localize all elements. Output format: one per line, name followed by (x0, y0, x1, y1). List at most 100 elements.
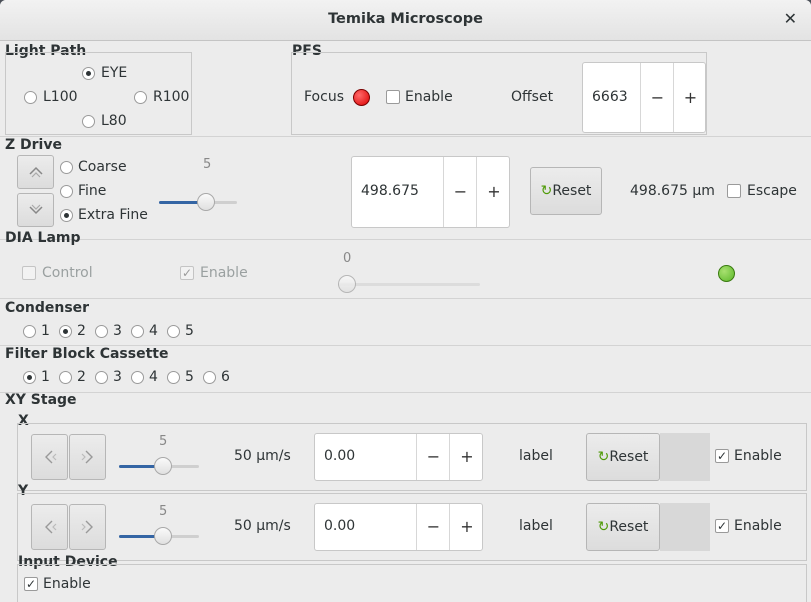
filter-radio-5[interactable] (167, 371, 180, 384)
y-enable-checkbox[interactable]: ✓ (715, 519, 729, 533)
close-icon[interactable]: ✕ (784, 9, 797, 28)
divider (0, 298, 811, 299)
condenser-label-4: 4 (149, 323, 158, 339)
radio-l100[interactable] (24, 91, 37, 104)
filter-radio-4[interactable] (131, 371, 144, 384)
filter-radio-3[interactable] (95, 371, 108, 384)
escape-checkbox[interactable] (727, 184, 741, 198)
chevron-left-icon (44, 520, 56, 534)
offset-value[interactable]: 6663 (592, 89, 628, 105)
dia-slider-track[interactable] (338, 283, 480, 286)
condenser-label-3: 3 (113, 323, 122, 339)
x-position-value[interactable]: 0.00 (324, 448, 355, 464)
y-decrement-button[interactable]: − (416, 504, 450, 550)
chevron-right-icon (81, 450, 93, 464)
reset-icon: ↻ (597, 519, 610, 535)
dia-slider-handle[interactable] (338, 275, 356, 293)
y-speed-label: 50 µm/s (234, 518, 291, 534)
offset-increment-button[interactable]: + (673, 63, 707, 132)
chevron-left-icon (44, 450, 56, 464)
z-reset-label: Reset (552, 183, 592, 199)
y-increment-button[interactable]: + (449, 504, 484, 550)
filter-label-4: 4 (149, 369, 158, 385)
escape-label: Escape (747, 183, 797, 199)
y-left-button[interactable] (31, 504, 68, 550)
y-indicator-block (660, 503, 710, 551)
filter-label-2: 2 (77, 369, 86, 385)
filter-label-1: 1 (41, 369, 50, 385)
offset-spinbox: 6663 − + (582, 62, 706, 133)
x-right-button[interactable] (69, 434, 106, 480)
radio-l100-label: L100 (43, 89, 78, 105)
y-slider-value: 5 (159, 504, 168, 519)
condenser-header: Condenser (5, 300, 90, 316)
filter-label-6: 6 (221, 369, 230, 385)
x-enable-checkbox[interactable]: ✓ (715, 449, 729, 463)
focus-led-icon (353, 89, 370, 106)
radio-fine-label: Fine (78, 183, 107, 199)
title-bar: Temika Microscope ✕ (0, 0, 811, 41)
x-speed-label: 50 µm/s (234, 448, 291, 464)
x-position-spinbox: 0.00 − + (314, 433, 483, 481)
z-reset-button[interactable]: ↻Reset (530, 167, 602, 215)
pfs-enable-label: Enable (405, 89, 453, 105)
divider (0, 136, 811, 137)
x-slider-handle[interactable] (154, 457, 172, 475)
condenser-label-1: 1 (41, 323, 50, 339)
x-reset-button[interactable]: ↻Reset (586, 433, 660, 481)
filter-block-header: Filter Block Cassette (5, 346, 169, 362)
pfs-enable-checkbox[interactable] (386, 90, 400, 104)
dia-enable-checkbox[interactable]: ✓ (180, 266, 194, 280)
x-enable-label: Enable (734, 448, 782, 464)
dia-control-checkbox[interactable] (22, 266, 36, 280)
offset-decrement-button[interactable]: − (640, 63, 674, 132)
condenser-radio-1[interactable] (23, 325, 36, 338)
z-decrement-button[interactable]: − (443, 157, 477, 227)
chevron-up-icon (28, 166, 43, 178)
main-window: Temika Microscope ✕ Light Path EYE L100 … (0, 0, 811, 602)
filter-radio-2[interactable] (59, 371, 72, 384)
radio-l80-label: L80 (101, 113, 127, 129)
filter-radio-1[interactable] (23, 371, 36, 384)
radio-l80[interactable] (82, 115, 95, 128)
y-right-button[interactable] (69, 504, 106, 550)
z-up-button[interactable] (17, 155, 54, 189)
z-drive-header: Z Drive (5, 137, 62, 153)
x-left-button[interactable] (31, 434, 68, 480)
radio-r100[interactable] (134, 91, 147, 104)
radio-eye-label: EYE (101, 65, 128, 81)
chevron-down-icon (28, 204, 43, 215)
x-decrement-button[interactable]: − (416, 434, 450, 480)
x-reset-label: Reset (609, 449, 649, 465)
input-device-enable-checkbox[interactable]: ✓ (24, 577, 38, 591)
radio-r100-label: R100 (153, 89, 190, 105)
y-position-value[interactable]: 0.00 (324, 518, 355, 534)
radio-fine[interactable] (60, 185, 73, 198)
z-increment-button[interactable]: + (476, 157, 511, 227)
offset-label: Offset (511, 89, 554, 105)
y-slider-handle[interactable] (154, 527, 172, 545)
chevron-right-icon (81, 520, 93, 534)
condenser-radio-3[interactable] (95, 325, 108, 338)
radio-eye[interactable] (82, 67, 95, 80)
radio-coarse[interactable] (60, 161, 73, 174)
condenser-radio-4[interactable] (131, 325, 144, 338)
condenser-radio-5[interactable] (167, 325, 180, 338)
condenser-radio-2[interactable] (59, 325, 72, 338)
radio-extra-fine[interactable] (60, 209, 73, 222)
input-device-enable-label: Enable (43, 576, 91, 592)
x-status-label: label (519, 448, 553, 464)
z-down-button[interactable] (17, 193, 54, 227)
z-position-spinbox: 498.675 − + (351, 156, 510, 228)
z-slider-handle[interactable] (197, 193, 215, 211)
divider (0, 239, 811, 240)
z-position-value[interactable]: 498.675 (361, 183, 419, 199)
dia-control-label: Control (42, 265, 93, 281)
input-device-frame (17, 564, 807, 602)
filter-radio-6[interactable] (203, 371, 216, 384)
y-reset-button[interactable]: ↻Reset (586, 503, 660, 551)
x-indicator-block (660, 433, 710, 481)
dia-status-led-icon (718, 265, 735, 282)
x-increment-button[interactable]: + (449, 434, 484, 480)
y-reset-label: Reset (609, 519, 649, 535)
